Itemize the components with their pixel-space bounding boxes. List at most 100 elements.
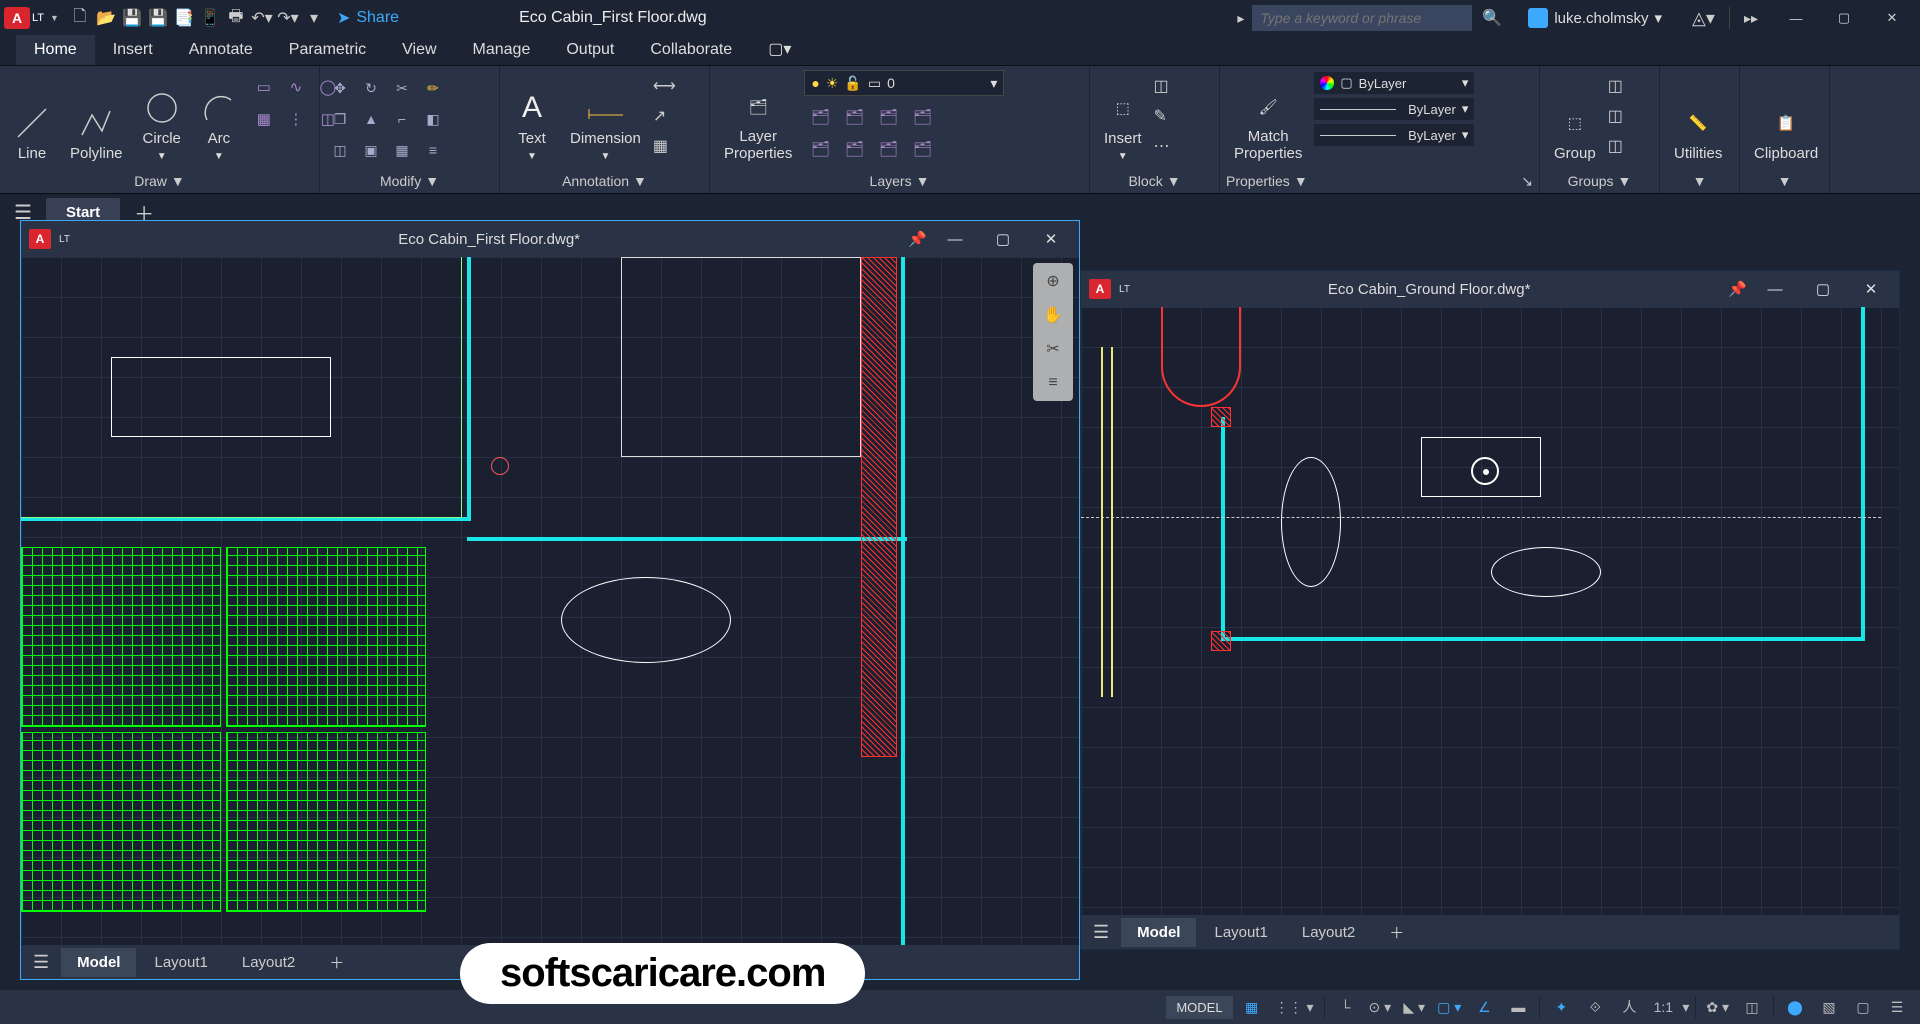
stretch-icon[interactable]: ◫ (326, 136, 354, 164)
edit-block-icon[interactable]: ✎ (1154, 106, 1184, 132)
tab-manage[interactable]: Manage (455, 35, 549, 65)
scale-icon[interactable]: ▣ (357, 136, 385, 164)
layer-off-icon[interactable]: 🗂 (804, 102, 836, 132)
explode-icon[interactable]: ◧ (419, 105, 447, 133)
mobile-icon[interactable]: 📱 (197, 5, 223, 31)
copy-icon[interactable]: ❐ (326, 105, 354, 133)
search-input[interactable] (1252, 5, 1472, 31)
match-properties-button[interactable]: 🖌Match Properties (1226, 70, 1310, 166)
orbit-icon[interactable]: ✂ (1039, 335, 1067, 363)
layer-freeze-icon[interactable]: 🗂 (872, 102, 904, 132)
doc2-tab-model[interactable]: Model (1121, 918, 1196, 947)
app-logo[interactable]: A (4, 7, 30, 29)
open-icon[interactable]: 📂 (93, 5, 119, 31)
hatch-icon[interactable]: ▦ (249, 104, 279, 134)
tab-insert[interactable]: Insert (95, 35, 171, 65)
table-icon[interactable]: ▦ (653, 136, 683, 162)
doc1-tab-layout2[interactable]: Layout2 (226, 948, 311, 977)
layer-match-icon[interactable]: 🗂 (804, 134, 836, 164)
minimize-icon[interactable]: — (935, 231, 975, 248)
autodesk-icon[interactable]: ◬▾ (1692, 8, 1715, 29)
osnap-icon[interactable]: ▢ ▾ (1433, 993, 1465, 1021)
print-icon[interactable]: 🖶 (223, 5, 249, 31)
polyline-button[interactable]: Polyline (62, 70, 131, 166)
create-block-icon[interactable]: ◫ (1154, 76, 1184, 102)
annotation-scale-label[interactable]: 1:1 (1648, 993, 1678, 1021)
drawer-icon[interactable]: ☰ (33, 952, 49, 973)
doc1-tab-model[interactable]: Model (61, 948, 136, 977)
minimize-button[interactable]: — (1772, 0, 1820, 36)
doc1-titlebar[interactable]: ALT Eco Cabin_First Floor.dwg* 📌 — ▢ ✕ (21, 221, 1079, 257)
dimension-button[interactable]: Dimension▼ (562, 70, 649, 166)
linetype-dropdown[interactable]: ByLayer▾ (1314, 124, 1474, 146)
panel-title-draw[interactable]: Draw ▼ (6, 169, 313, 193)
pan-icon[interactable]: ✋ (1039, 301, 1067, 329)
units-icon[interactable]: ◫ (1737, 993, 1767, 1021)
current-layer-dropdown[interactable]: ● ☀ 🔓 ▭ 0 ▾ (804, 70, 1004, 96)
linear-dim-icon[interactable]: ⟷ (653, 76, 683, 102)
panel-title-utilities[interactable]: ▼ (1666, 169, 1733, 193)
maximize-icon[interactable]: ▢ (983, 230, 1023, 248)
drawer-icon[interactable]: ☰ (1093, 922, 1109, 943)
layer-change-icon[interactable]: 🗂 (906, 134, 938, 164)
layer-properties-button[interactable]: 🗂Layer Properties (716, 70, 800, 166)
erase-icon[interactable]: ✏ (419, 74, 447, 102)
arc-button[interactable]: Arc▼ (193, 70, 245, 166)
doc2-canvas[interactable] (1081, 307, 1899, 915)
ungroup-icon[interactable]: ◫ (1608, 76, 1634, 102)
document-window-1[interactable]: ALT Eco Cabin_First Floor.dwg* 📌 — ▢ ✕ ⊕… (20, 220, 1080, 980)
move-icon[interactable]: ✥ (326, 74, 354, 102)
qat-dropdown-icon[interactable]: ▾ (301, 5, 327, 31)
isoplane-icon[interactable]: ◣ ▾ (1399, 993, 1429, 1021)
snap-toggle-icon[interactable]: ⋮⋮ ▾ (1271, 993, 1318, 1021)
maximize-button[interactable]: ▢ (1820, 0, 1868, 36)
clipboard-button[interactable]: 📋Clipboard (1746, 70, 1826, 166)
doc1-tab-layout1[interactable]: Layout1 (138, 948, 223, 977)
transparency-icon[interactable]: ✦ (1546, 993, 1576, 1021)
navigation-bar[interactable]: ⊕ ✋ ✂ ≡ (1033, 263, 1073, 401)
close-button[interactable]: ✕ (1868, 0, 1916, 36)
doc2-add-layout[interactable]: ＋ (1373, 916, 1420, 949)
tab-collaborate[interactable]: Collaborate (632, 35, 750, 65)
insert-block-button[interactable]: ⬚Insert▼ (1096, 70, 1150, 166)
app-menu-dropdown-icon[interactable]: ▼ (50, 13, 59, 23)
pin-icon[interactable]: 📌 (1728, 280, 1747, 298)
new-icon[interactable]: 🗋 (67, 5, 93, 31)
undo-icon[interactable]: ↶▾ (249, 5, 275, 31)
layer-lock-icon[interactable]: 🗂 (906, 102, 938, 132)
pin-icon[interactable]: 📌 (908, 230, 927, 248)
fillet-icon[interactable]: ⌐ (388, 105, 416, 133)
nav-more-icon[interactable]: ≡ (1039, 369, 1067, 397)
lineweight-dropdown[interactable]: ByLayer▾ (1314, 98, 1474, 120)
group-button[interactable]: ⬚Group (1546, 70, 1604, 166)
document-window-2[interactable]: ALT Eco Cabin_Ground Floor.dwg* 📌 — ▢ ✕ … (1080, 270, 1900, 950)
tab-parametric[interactable]: Parametric (271, 35, 384, 65)
lineweight-icon[interactable]: ▬ (1503, 993, 1533, 1021)
clean-screen-icon[interactable]: ▢ (1848, 993, 1878, 1021)
maximize-icon[interactable]: ▢ (1803, 280, 1843, 298)
doc2-titlebar[interactable]: ALT Eco Cabin_Ground Floor.dwg* 📌 — ▢ ✕ (1081, 271, 1899, 307)
close-icon[interactable]: ✕ (1851, 280, 1891, 298)
ortho-icon[interactable]: └ (1331, 993, 1361, 1021)
panel-title-layers[interactable]: Layers ▼ (716, 169, 1083, 193)
line-button[interactable]: Line (6, 70, 58, 166)
doc2-tab-layout2[interactable]: Layout2 (1286, 918, 1371, 947)
close-icon[interactable]: ✕ (1031, 230, 1071, 248)
spline-icon[interactable]: ∿ (281, 72, 311, 102)
edit-attr-icon[interactable]: ⋯ (1154, 136, 1184, 162)
hardware-accel-icon[interactable]: ⬤ (1780, 993, 1810, 1021)
offset-icon[interactable]: ≡ (419, 136, 447, 164)
panel-title-properties[interactable]: Properties ▼↘ (1226, 169, 1533, 193)
expand-icon[interactable]: ▸▸ (1744, 10, 1758, 27)
tab-home[interactable]: Home (16, 35, 95, 65)
customize-icon[interactable]: ☰ (1882, 993, 1912, 1021)
search-icon[interactable]: 🔍 (1482, 8, 1502, 28)
tab-annotate[interactable]: Annotate (171, 35, 271, 65)
layer-prev-icon[interactable]: 🗂 (838, 134, 870, 164)
leader-icon[interactable]: ↗ (653, 106, 683, 132)
polar-icon[interactable]: ⊙ ▾ (1365, 993, 1396, 1021)
circle-button[interactable]: Circle▼ (135, 70, 189, 166)
share-button[interactable]: ➤ Share (337, 8, 399, 28)
minimize-icon[interactable]: — (1755, 281, 1795, 298)
doc1-canvas[interactable]: ⊕ ✋ ✂ ≡ (21, 257, 1079, 945)
